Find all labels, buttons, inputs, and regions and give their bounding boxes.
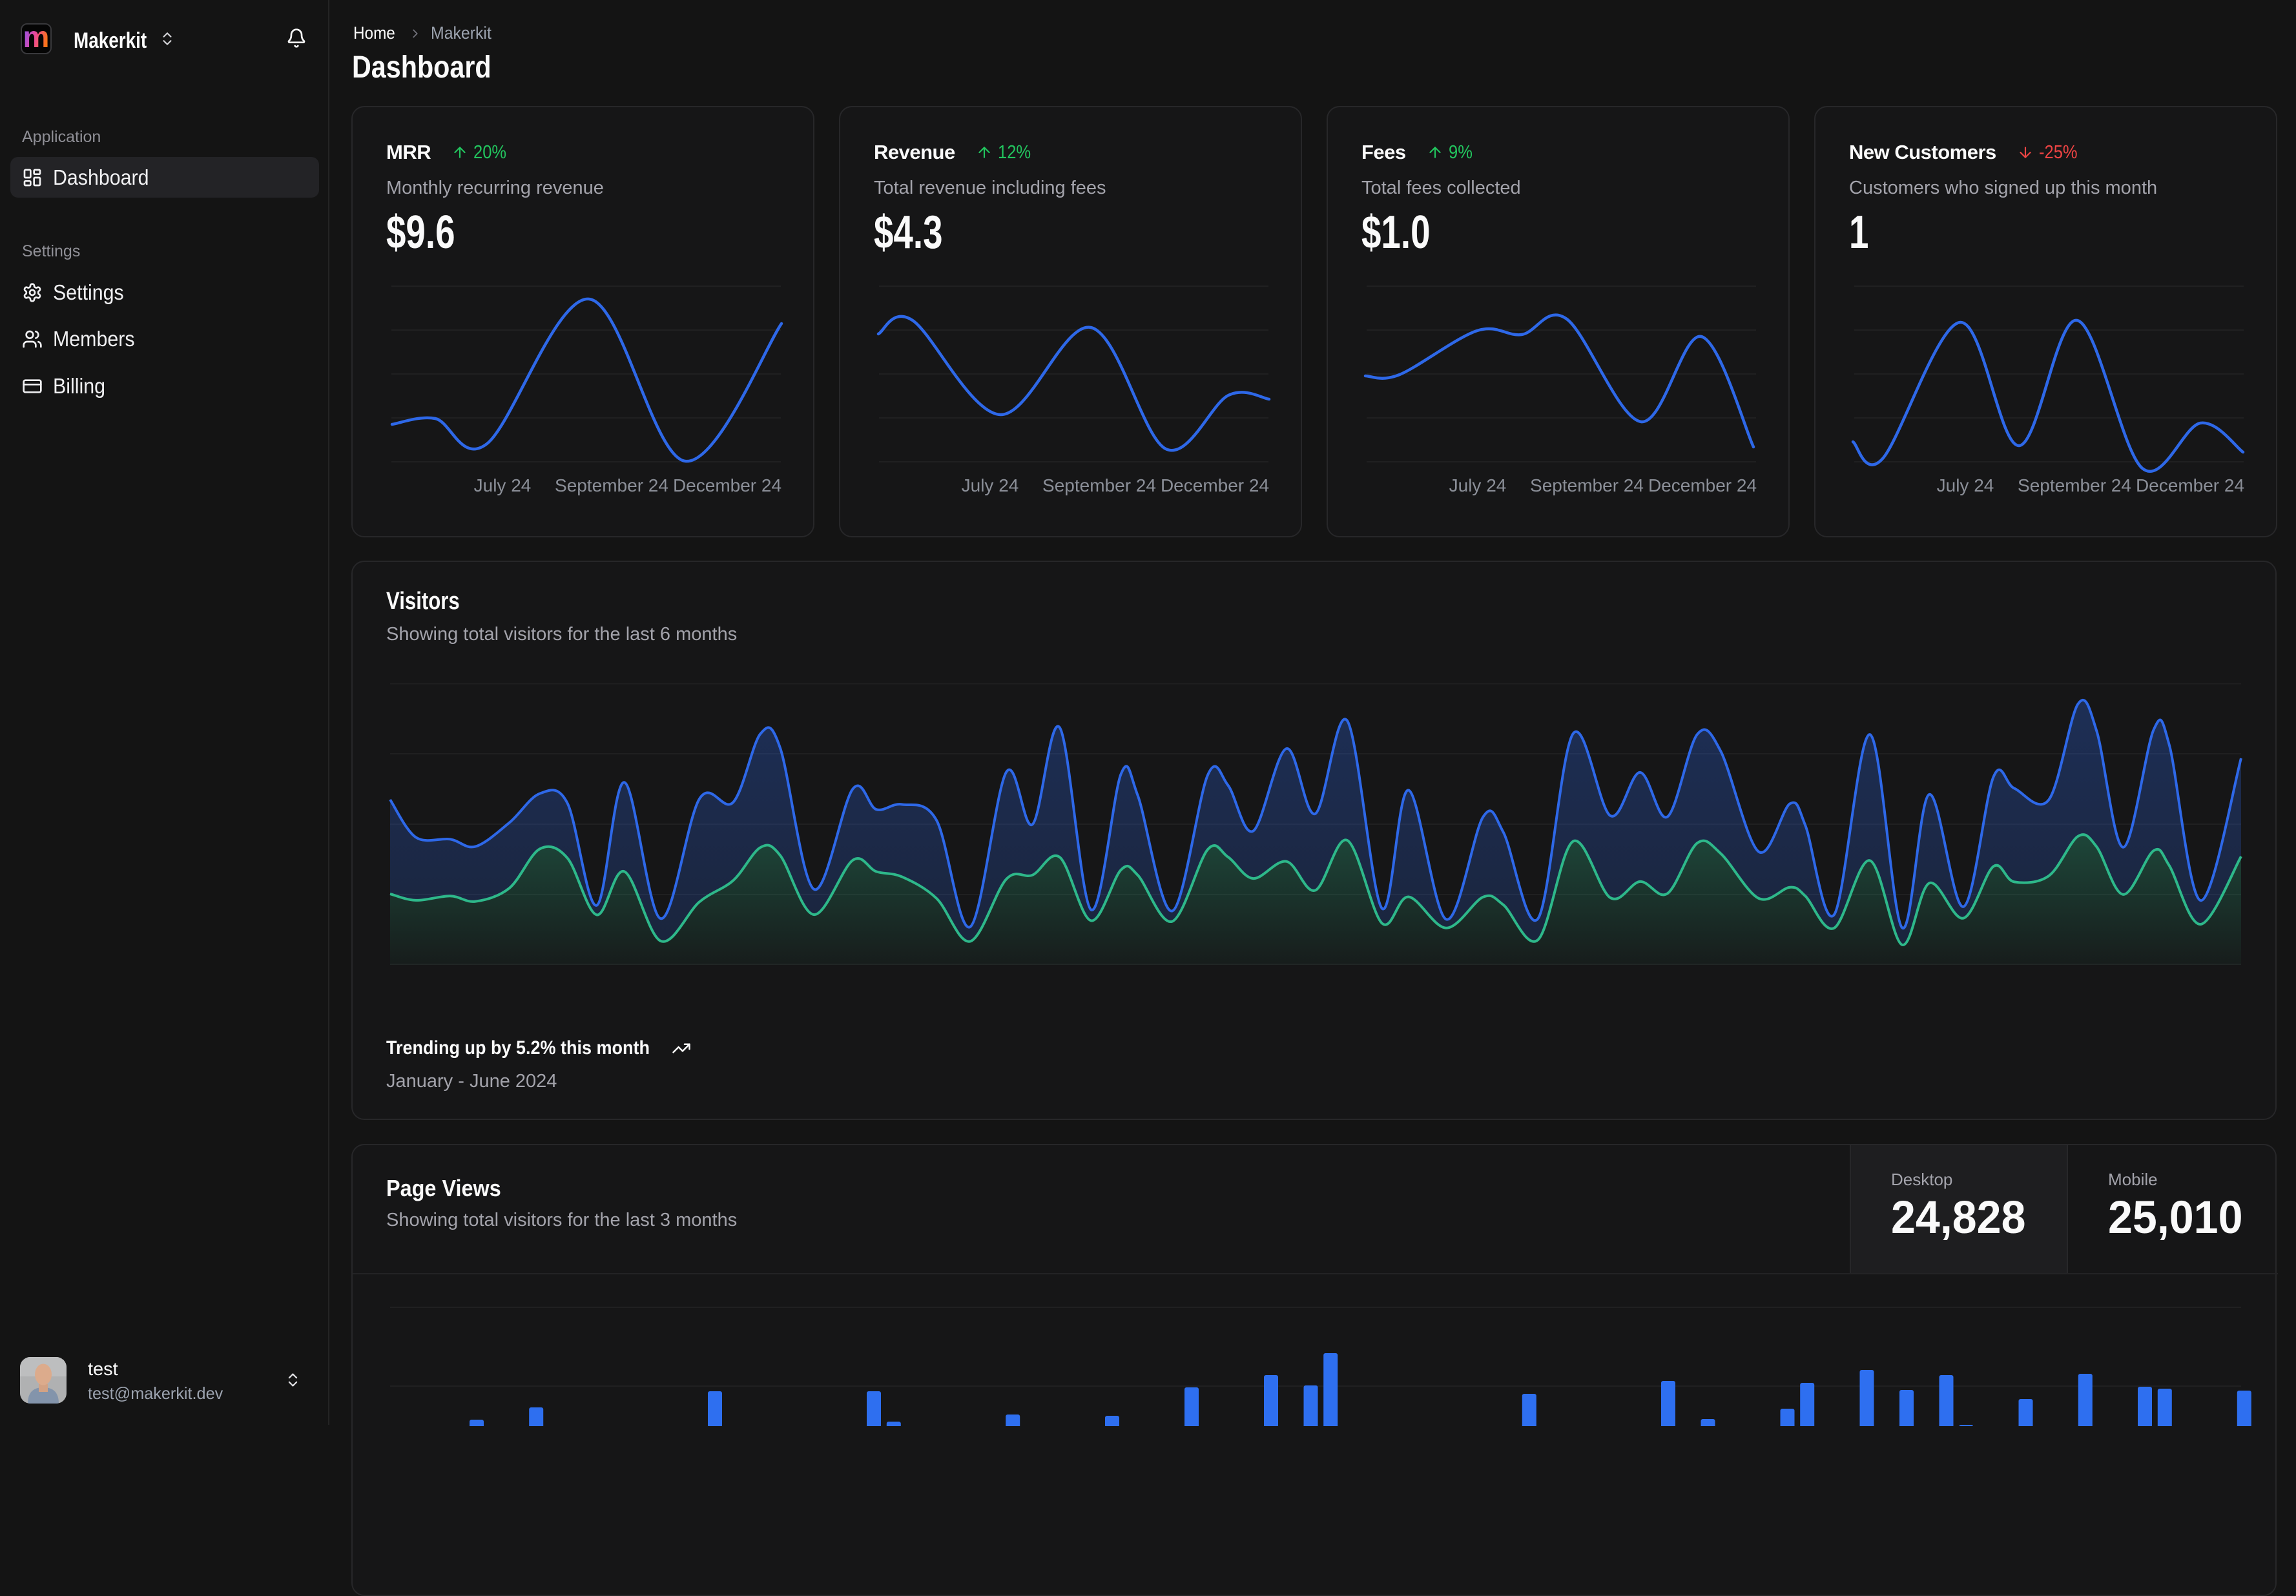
svg-text:m: m: [23, 25, 50, 53]
